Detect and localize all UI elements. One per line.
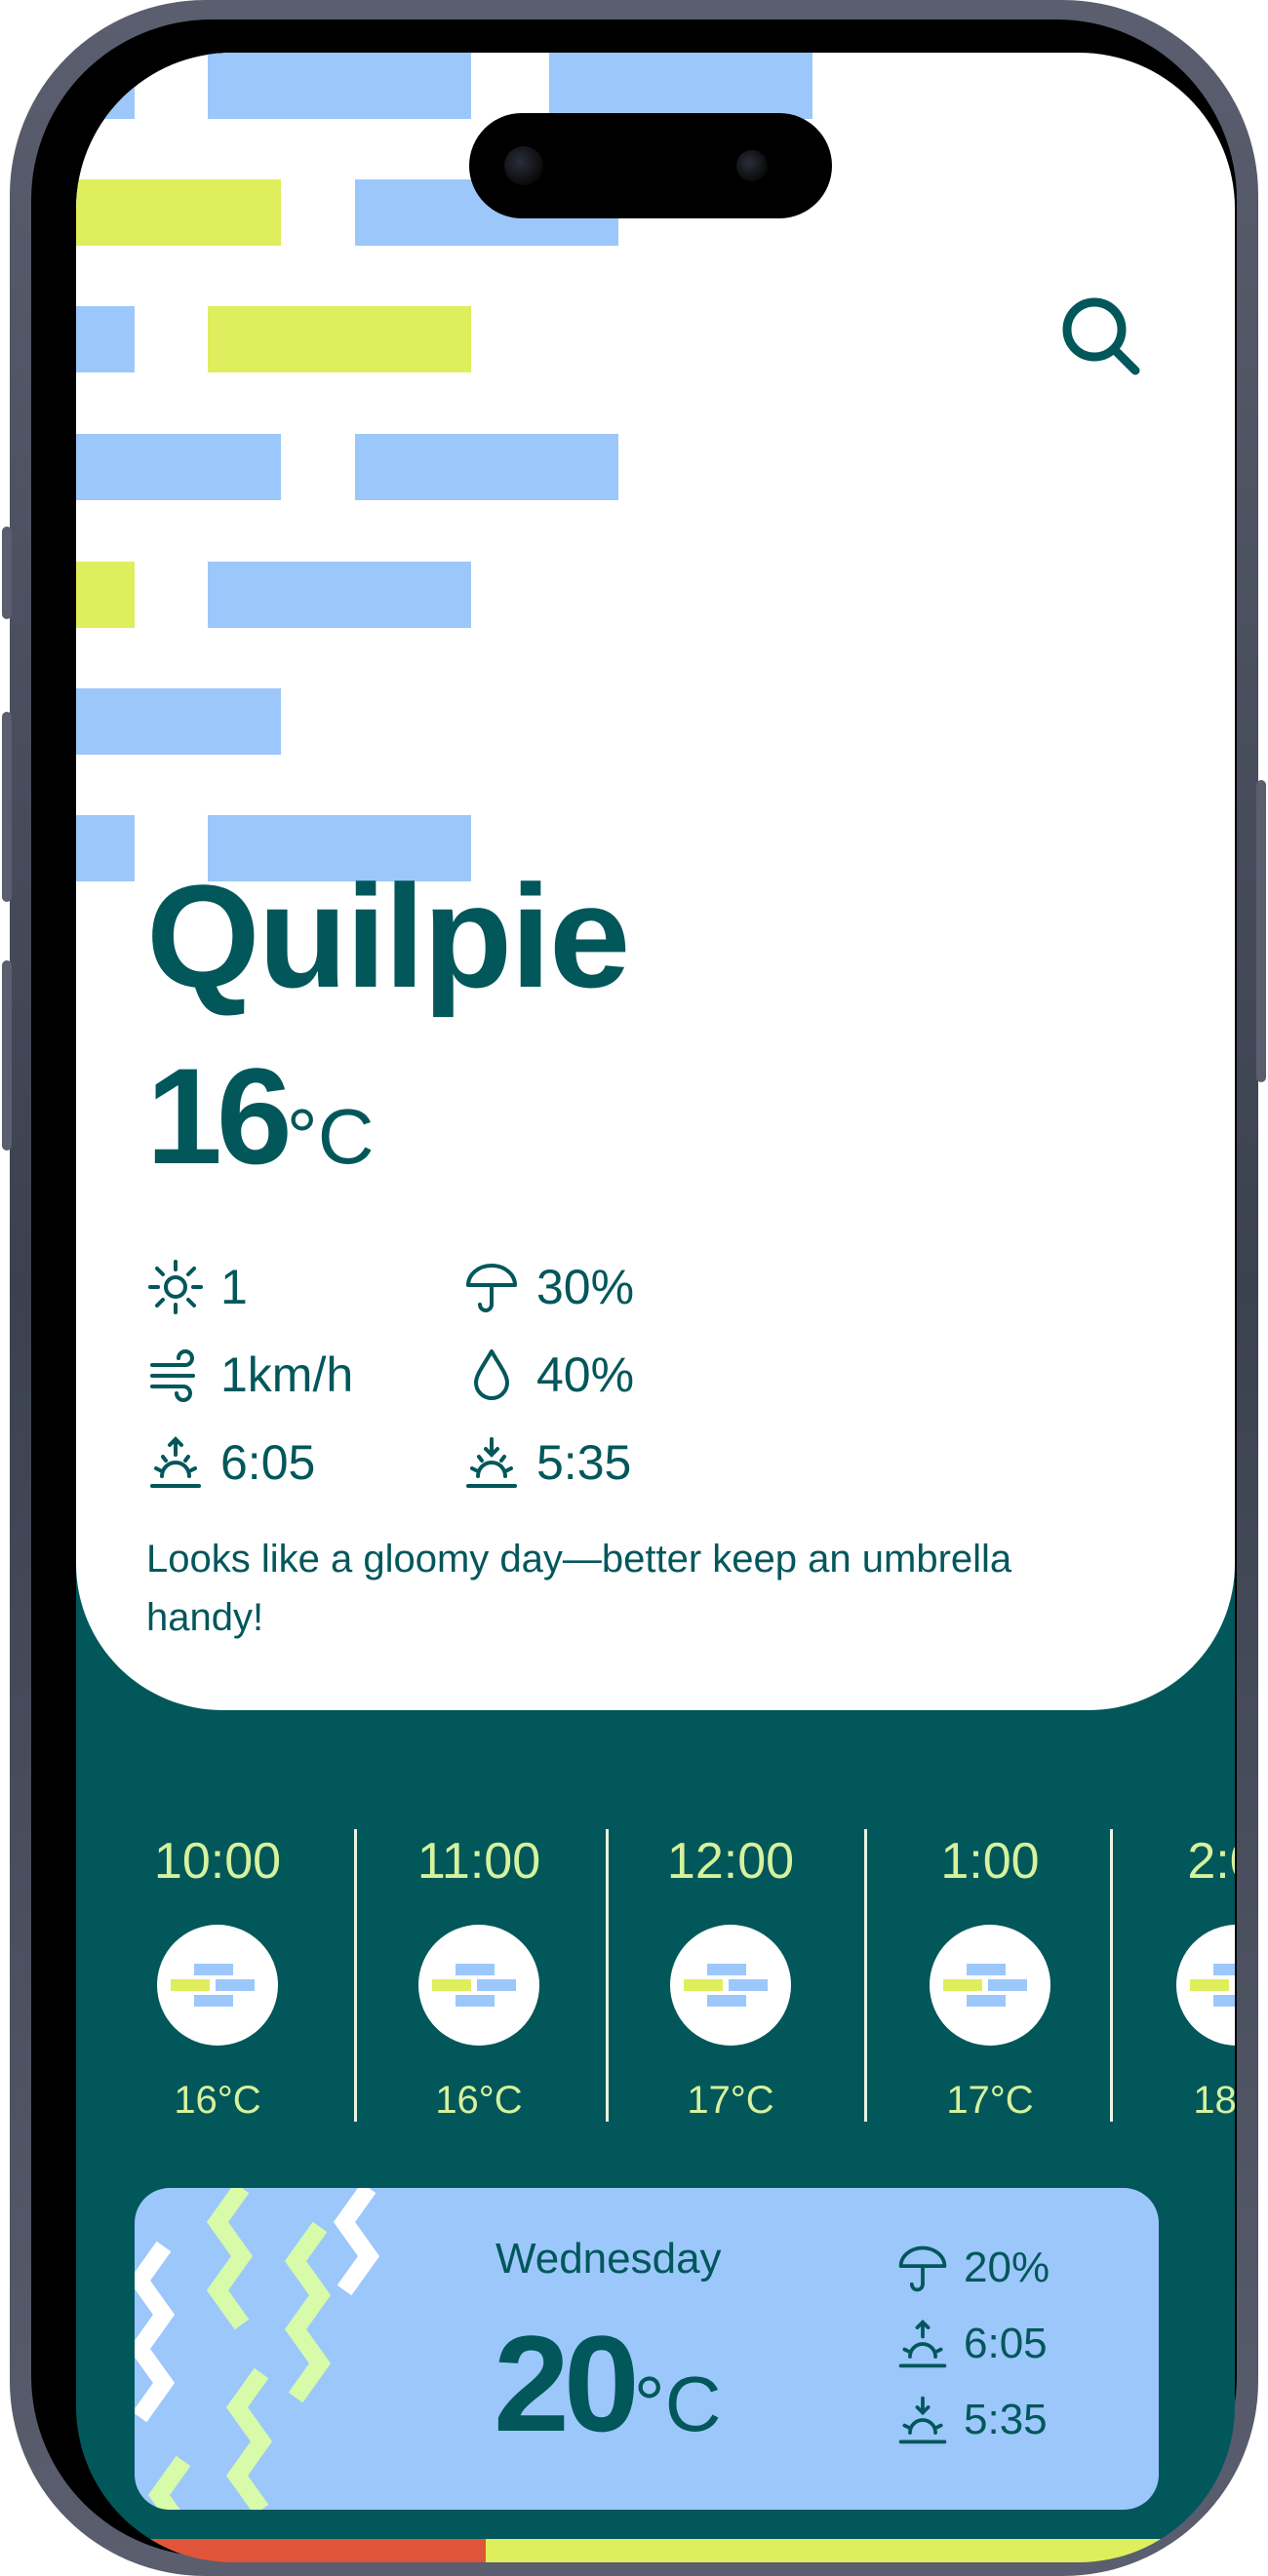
hourly-item[interactable]: 11:00 16°C (367, 1827, 591, 2123)
hour-time: 12:00 (666, 1833, 795, 1890)
day-sunrise-value: 6:05 (964, 2320, 1048, 2367)
divider (354, 1829, 357, 2122)
phone-frame: Quilpie 16°C 1 30% 1km/h 40% 6:05 5:35 L… (2, 0, 1266, 2576)
hour-temperature: 16°C (174, 2079, 261, 2122)
hourly-item[interactable]: 2:00 18°C (1125, 1827, 1235, 2123)
sunset-icon (898, 2396, 947, 2444)
cloudy-icon (930, 1925, 1050, 2046)
next-card-peek (76, 2539, 486, 2562)
action-button (2, 527, 12, 619)
cloudy-icon (1176, 1925, 1235, 2046)
rain-chance-value: 30% (536, 1260, 635, 1314)
search-button[interactable] (1057, 293, 1145, 380)
daily-forecast-card[interactable]: Wednesday 20°C 20% 6:05 5:35 (135, 2188, 1159, 2510)
weather-description: Looks like a gloomy day—better keep an u… (146, 1538, 1012, 1639)
hour-time: 1:00 (940, 1833, 1040, 1890)
uv-value: 1 (220, 1260, 248, 1314)
wind-icon (150, 1349, 195, 1402)
current-temperature: 16°C (146, 1037, 375, 1195)
cloudy-icon (670, 1925, 791, 2046)
umbrella-icon (466, 1264, 517, 1312)
sunset-value: 5:35 (536, 1435, 632, 1490)
dynamic-island (469, 113, 832, 218)
day-rain-chance-value: 20% (964, 2244, 1050, 2291)
day-sunset-stat: 5:35 (895, 2393, 1048, 2447)
day-temperature-unit: °C (633, 2361, 722, 2447)
hour-temperature: 16°C (435, 2079, 523, 2122)
day-temperature: 20°C (494, 2305, 722, 2463)
city-name: Quilpie (146, 854, 630, 1018)
screen: Quilpie 16°C 1 30% 1km/h 40% 6:05 5:35 L… (76, 53, 1235, 2562)
sunrise-icon (898, 2319, 947, 2368)
hour-time: 2:00 (1187, 1833, 1235, 1890)
divider (1110, 1829, 1113, 2122)
hour-time: 10:00 (153, 1833, 282, 1890)
day-temperature-value: 20 (494, 2307, 640, 2460)
temperature-value: 16 (146, 1039, 293, 1192)
hourly-forecast[interactable]: 10:00 16°C 11:00 16°C 12:00 17°C 1:00 17… (76, 1827, 1235, 2149)
sunrise-icon (150, 1436, 201, 1488)
divider (864, 1829, 867, 2122)
hourly-item[interactable]: 1:00 17°C (878, 1827, 1102, 2123)
day-sunset-value: 5:35 (964, 2396, 1048, 2443)
uv-index-stat: 1 (146, 1258, 248, 1316)
next-card-peek (486, 2539, 1235, 2562)
wind-stat: 1km/h (146, 1346, 353, 1404)
hourly-item[interactable]: 12:00 17°C (618, 1827, 843, 2123)
rain-chance-stat: 30% (462, 1258, 634, 1316)
water-drop-icon (474, 1349, 509, 1400)
cloudy-icon (157, 1925, 278, 2046)
volume-down-button (2, 960, 12, 1151)
sunset-stat: 5:35 (462, 1433, 631, 1492)
hour-temperature: 17°C (946, 2079, 1034, 2122)
hour-temperature: 17°C (687, 2079, 774, 2122)
current-weather-card: Quilpie 16°C 1 30% 1km/h 40% 6:05 5:35 L… (76, 53, 1235, 1710)
humidity-value: 40% (536, 1347, 635, 1402)
hourly-item[interactable]: 10:00 16°C (105, 1827, 330, 2123)
temperature-unit: °C (286, 1093, 375, 1180)
power-button (1256, 780, 1266, 1082)
cloudy-icon (418, 1925, 539, 2046)
sunrise-stat: 6:05 (146, 1433, 315, 1492)
sunset-icon (466, 1437, 517, 1488)
divider (606, 1829, 609, 2122)
bezel: Quilpie 16°C 1 30% 1km/h 40% 6:05 5:35 L… (31, 20, 1237, 2562)
day-sunrise-stat: 6:05 (895, 2317, 1048, 2371)
day-rain-chance-stat: 20% (895, 2241, 1050, 2295)
zigzag-pattern (135, 2188, 380, 2510)
day-name: Wednesday (495, 2235, 722, 2283)
humidity-stat: 40% (462, 1346, 634, 1404)
volume-up-button (2, 712, 12, 902)
umbrella-icon (898, 2245, 947, 2292)
hour-time: 11:00 (416, 1833, 541, 1890)
sunrise-value: 6:05 (220, 1435, 316, 1490)
sun-icon (148, 1260, 203, 1314)
wind-value: 1km/h (220, 1347, 354, 1402)
search-icon (1062, 297, 1140, 375)
hour-temperature: 18°C (1193, 2079, 1235, 2122)
